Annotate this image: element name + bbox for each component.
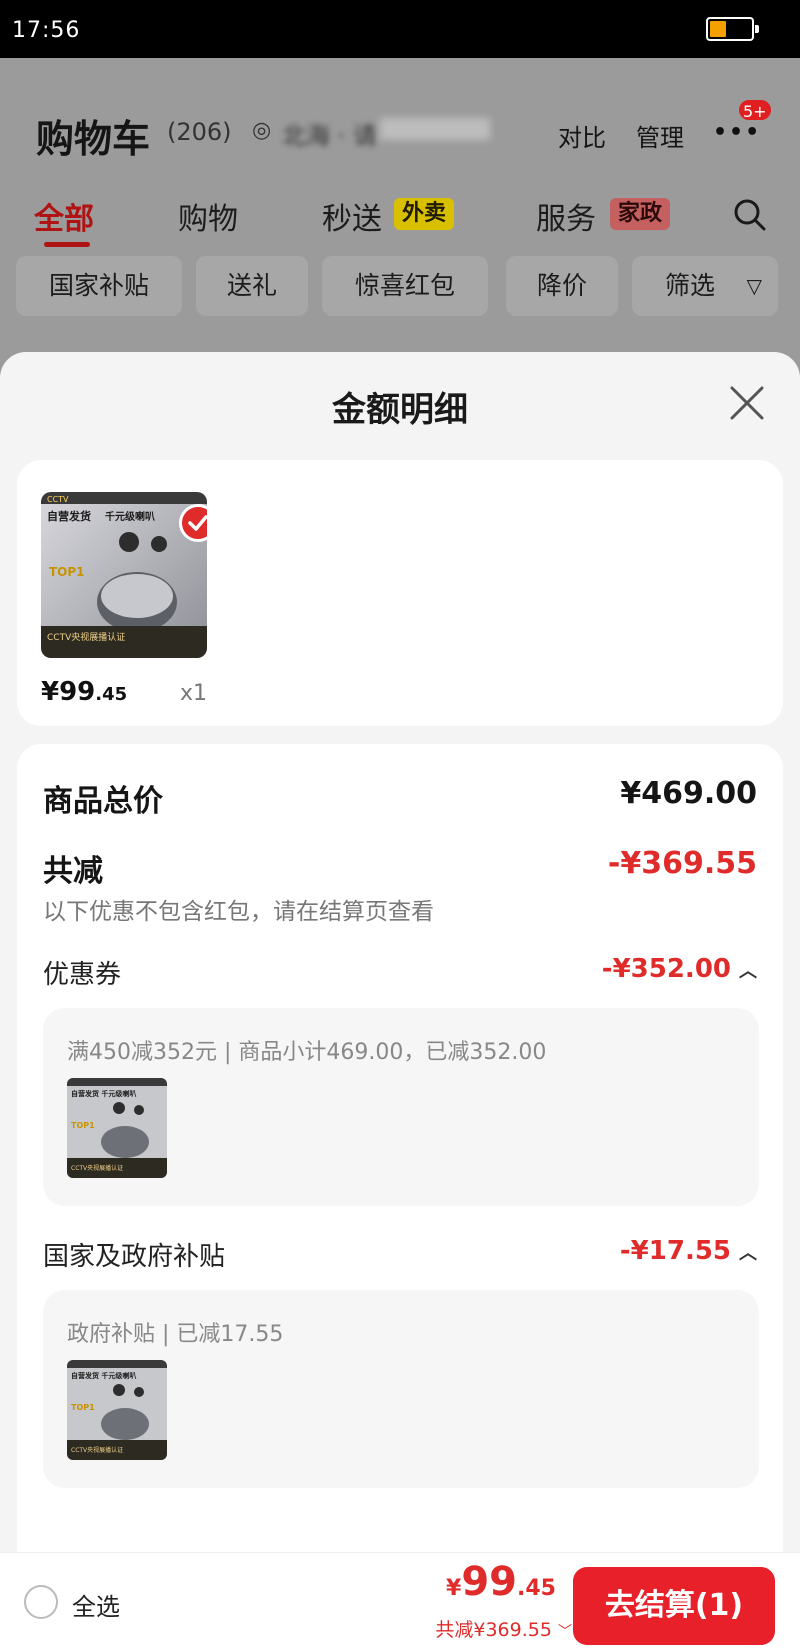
svg-text:自营发货 千元级喇叭: 自营发货 千元级喇叭: [71, 1371, 136, 1380]
product-image[interactable]: CCTV 自营发货 千元级喇叭 TOP1 CCTV央视展播认证: [41, 492, 207, 658]
coupon-product-thumb[interactable]: 自营发货 千元级喇叭 TOP1 CCTV央视展播认证: [67, 1078, 167, 1178]
total-reduced: 共减¥369.55: [435, 1619, 552, 1641]
svg-text:TOP1: TOP1: [71, 1121, 95, 1130]
svg-text:CCTV: CCTV: [47, 495, 69, 504]
svg-text:TOP1: TOP1: [71, 1403, 95, 1412]
svg-text:自营发货: 自营发货: [47, 509, 91, 523]
coupon-desc: 满450减352元 | 商品小计469.00，已减352.00: [67, 1040, 547, 1065]
total-reduced-toggle[interactable]: 共减¥369.55 ﹀: [435, 1615, 572, 1642]
subsidy-toggle[interactable]: -¥17.55 ︿: [620, 1236, 757, 1266]
page-title: 购物车: [36, 117, 151, 161]
select-all-checkbox[interactable]: [24, 1585, 58, 1619]
battery-icon: [706, 17, 759, 41]
chip-filter[interactable]: 筛选 ▽: [632, 256, 778, 316]
svg-text:CCTV央视展播认证: CCTV央视展播认证: [47, 631, 125, 643]
total-price-dec: .45: [517, 1576, 556, 1601]
tab-underline: [44, 242, 90, 247]
location-icon[interactable]: ◎: [252, 118, 271, 143]
subsidy-desc: 政府补贴 | 已减17.55: [67, 1322, 284, 1347]
goods-total-value: ¥469.00: [620, 776, 757, 811]
sheet-title: 金额明细: [332, 390, 468, 430]
battery-level: [710, 21, 726, 37]
product-qty: x1: [180, 681, 208, 706]
cart-count: (206): [167, 118, 232, 146]
message-badge: 5+: [737, 98, 773, 122]
chevron-down-icon: ﹀: [558, 1624, 572, 1640]
checkout-bar: 全选 ¥99.45 共减¥369.55 ﹀ 去结算(1): [0, 1552, 800, 1650]
chevron-up-icon: ︿: [739, 1242, 757, 1264]
tab-service[interactable]: 服务: [536, 194, 596, 238]
svg-text:TOP1: TOP1: [49, 565, 85, 579]
total-price: ¥99.45: [446, 1559, 556, 1605]
manage-button[interactable]: 管理: [636, 118, 684, 153]
coupon-label: 优惠券: [43, 960, 122, 990]
chip-gift[interactable]: 送礼: [196, 256, 308, 316]
chip-filter-label: 筛选: [664, 271, 715, 300]
select-all-label[interactable]: 全选: [72, 1587, 120, 1622]
coupon-detail-box: 满450减352元 | 商品小计469.00，已减352.00 自营发货 千元级…: [43, 1008, 759, 1206]
chip-price-drop[interactable]: 降价: [506, 256, 618, 316]
selected-check-icon[interactable]: [179, 504, 207, 542]
filter-icon: ▽: [746, 274, 762, 298]
svg-text:CCTV央视展播认证: CCTV央视展播认证: [71, 1446, 123, 1454]
svg-text:CCTV央视展播认证: CCTV央视展播认证: [71, 1164, 123, 1172]
subsidy-label: 国家及政府补贴: [43, 1242, 226, 1272]
status-time: 17:56: [12, 18, 81, 43]
tab-all[interactable]: 全部: [34, 194, 94, 238]
discount-note: 以下优惠不包含红包，请在结算页查看: [43, 899, 434, 925]
product-price-dec: .45: [95, 684, 128, 705]
compare-button[interactable]: 对比: [558, 118, 606, 153]
tab-shopping[interactable]: 购物: [178, 194, 238, 238]
price-summary-card: 商品总价 ¥469.00 共减 -¥369.55 以下优惠不包含红包，请在结算页…: [17, 744, 783, 1650]
location-blur: [380, 118, 490, 140]
cart-page-background: 购物车 (206) ◎ 北海 · 请 对比 管理 ••• 5+ 全部 购物 秒送…: [0, 58, 800, 378]
status-bar: 17:56: [0, 0, 800, 58]
close-icon[interactable]: [726, 382, 768, 424]
product-price: ¥99.45: [41, 677, 127, 707]
coupon-value: -¥352.00: [601, 954, 731, 984]
tab-instant-tag: 外卖: [394, 198, 455, 230]
tab-instant[interactable]: 秒送: [322, 194, 382, 238]
checkout-button[interactable]: 去结算(1): [573, 1567, 775, 1645]
product-price-int: ¥99: [41, 677, 96, 707]
tab-service-tag: 家政: [610, 198, 671, 230]
total-price-symbol: ¥: [446, 1576, 462, 1601]
coupon-toggle[interactable]: -¥352.00 ︿: [602, 954, 757, 984]
reduced-value: -¥369.55: [607, 846, 757, 881]
svg-text:千元级喇叭: 千元级喇叭: [105, 510, 155, 523]
amount-detail-sheet: 金额明细 CCTV 自营发货 千元级喇叭 TOP1 CCTV央视展播认证 ¥99…: [0, 352, 800, 1650]
reduced-label: 共减: [43, 854, 103, 889]
total-price-int: 99: [461, 1559, 518, 1605]
subsidy-product-thumb[interactable]: 自营发货 千元级喇叭 TOP1 CCTV央视展播认证: [67, 1360, 167, 1460]
subsidy-detail-box: 政府补贴 | 已减17.55 自营发货 千元级喇叭 TOP1 CCTV央视展播认…: [43, 1290, 759, 1488]
subsidy-value: -¥17.55: [619, 1236, 731, 1266]
chevron-up-icon: ︿: [739, 960, 757, 982]
goods-total-label: 商品总价: [43, 784, 163, 819]
chip-red-packet[interactable]: 惊喜红包: [322, 256, 488, 316]
search-icon[interactable]: [733, 198, 767, 236]
chip-national-subsidy[interactable]: 国家补贴: [16, 256, 182, 316]
svg-text:自营发货 千元级喇叭: 自营发货 千元级喇叭: [71, 1089, 136, 1098]
product-card: CCTV 自营发货 千元级喇叭 TOP1 CCTV央视展播认证 ¥99.45 x…: [17, 460, 783, 726]
